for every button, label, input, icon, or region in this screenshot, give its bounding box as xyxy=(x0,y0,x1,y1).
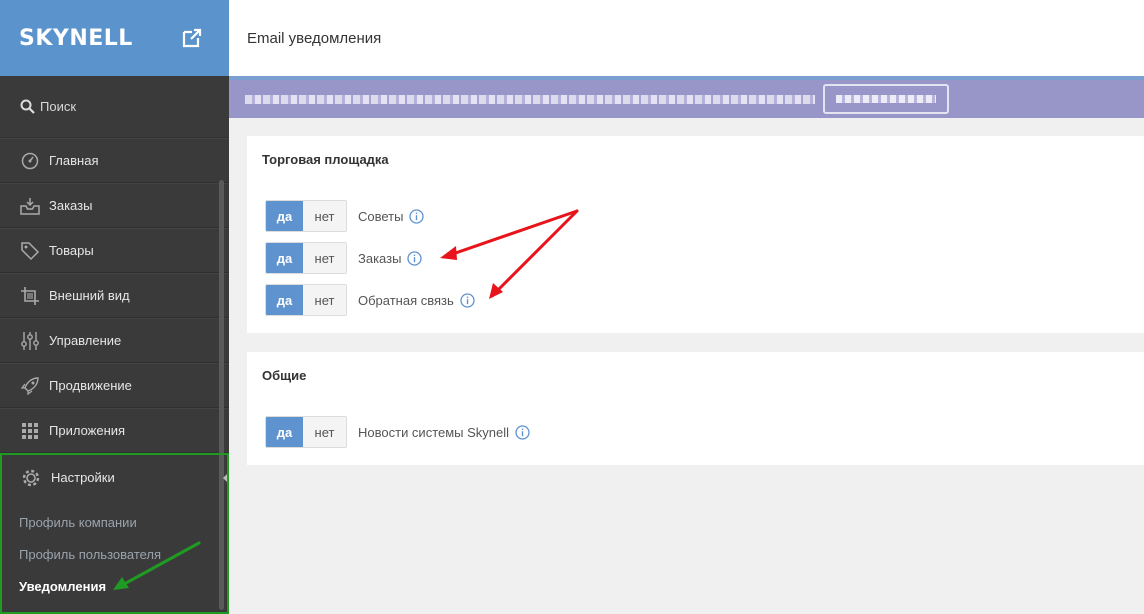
yes-option[interactable]: да xyxy=(266,201,303,231)
setting-label: Обратная связь xyxy=(358,292,454,308)
sidebar-item-orders[interactable]: Заказы xyxy=(0,183,229,228)
sidebar-item-promotion[interactable]: Продвижение xyxy=(0,363,229,408)
sidebar-item-label: Заказы xyxy=(49,198,93,213)
setting-label: Новости системы Skynell xyxy=(358,424,510,440)
page-header: Email уведомления xyxy=(229,0,1144,76)
info-icon[interactable] xyxy=(515,424,530,440)
yes-no-toggle[interactable]: да нет xyxy=(265,200,347,232)
logo[interactable]: SKYNELL xyxy=(19,26,133,51)
tag-icon xyxy=(21,241,40,260)
setting-label: Советы xyxy=(358,208,404,224)
sidebar-item-appearance[interactable]: Внешний вид xyxy=(0,273,229,318)
crop-icon xyxy=(21,286,39,305)
sidebar-item-label: Главная xyxy=(49,153,99,168)
yes-no-toggle[interactable]: да нет xyxy=(265,242,347,274)
section-marketplace: Торговая площадка да нет Советы да нет З… xyxy=(247,136,1144,333)
yes-no-toggle[interactable]: да нет xyxy=(265,284,347,316)
sliders-icon xyxy=(21,331,39,350)
yes-option[interactable]: да xyxy=(266,285,303,315)
notice-banner xyxy=(229,76,1144,118)
yes-option[interactable]: да xyxy=(266,417,303,447)
setting-row-tips: да нет Советы xyxy=(265,200,425,232)
sidebar-subitem-user-profile[interactable]: Профиль пользователя xyxy=(2,538,227,570)
sidebar-item-label: Приложения xyxy=(49,423,126,438)
info-icon[interactable] xyxy=(460,292,475,308)
yes-option[interactable]: да xyxy=(266,243,303,273)
sidebar-item-label: Управление xyxy=(49,333,122,348)
external-link-icon[interactable] xyxy=(181,27,203,49)
section-title: Торговая площадка xyxy=(262,152,389,167)
no-option[interactable]: нет xyxy=(303,285,346,315)
sidebar-subitem-notifications[interactable]: Уведомления xyxy=(2,570,227,602)
sidebar-item-products[interactable]: Товары xyxy=(0,228,229,273)
section-title: Общие xyxy=(262,368,307,383)
sidebar-item-label: Товары xyxy=(49,243,94,258)
no-option[interactable]: нет xyxy=(303,417,346,447)
no-option[interactable]: нет xyxy=(303,201,346,231)
sidebar-item-label: Продвижение xyxy=(49,378,132,393)
inbox-icon xyxy=(20,197,40,215)
grid-icon xyxy=(22,422,38,439)
sidebar-subitem-company-profile[interactable]: Профиль компании xyxy=(2,506,227,538)
obscured-banner-button[interactable] xyxy=(823,84,949,114)
page-title: Email уведомления xyxy=(247,29,382,47)
section-general: Общие да нет Новости системы Skynell xyxy=(247,352,1144,465)
sidebar-item-management[interactable]: Управление xyxy=(0,318,229,363)
sidebar-item-apps[interactable]: Приложения xyxy=(0,408,229,453)
setting-row-orders: да нет Заказы xyxy=(265,242,423,274)
settings-highlight-box: Настройки Профиль компании Профиль польз… xyxy=(0,453,229,614)
search-button[interactable]: Поиск xyxy=(0,76,229,138)
rocket-icon xyxy=(20,376,39,395)
speedometer-icon xyxy=(21,152,39,169)
setting-label: Заказы xyxy=(358,250,402,266)
sidebar-item-home[interactable]: Главная xyxy=(0,138,229,183)
sidebar-item-settings[interactable]: Настройки xyxy=(2,455,227,500)
obscured-banner-text xyxy=(245,94,815,104)
logo-bar: SKYNELL xyxy=(0,0,229,76)
gear-icon xyxy=(22,469,40,486)
sidebar-item-label: Настройки xyxy=(51,470,115,485)
setting-row-system-news: да нет Новости системы Skynell xyxy=(265,416,530,448)
yes-no-toggle[interactable]: да нет xyxy=(265,416,347,448)
info-icon[interactable] xyxy=(409,208,425,224)
sidebar: SKYNELL Поиск Главная Заказы Товары Внеш… xyxy=(0,0,229,614)
search-label: Поиск xyxy=(40,99,77,114)
sidebar-item-label: Внешний вид xyxy=(49,288,130,303)
no-option[interactable]: нет xyxy=(303,243,346,273)
search-icon xyxy=(20,99,35,114)
setting-row-feedback: да нет Обратная связь xyxy=(265,284,475,316)
collapse-caret-icon xyxy=(223,474,227,482)
info-icon[interactable] xyxy=(407,250,423,266)
